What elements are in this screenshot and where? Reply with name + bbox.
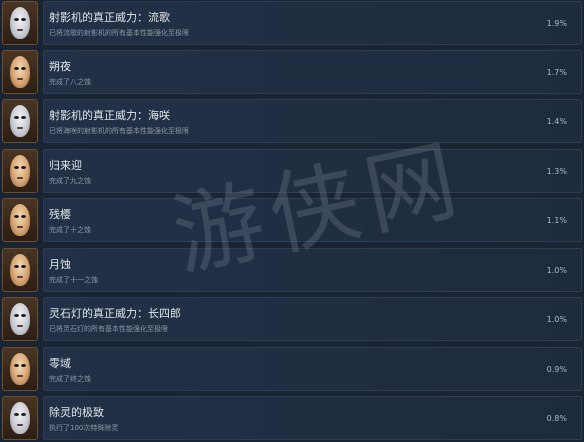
achievement-title: 射影机的真正威力：流歌 [49, 11, 170, 24]
achievement-panel: 零域 完成了终之蚀 0.9% [43, 347, 582, 391]
achievement-row[interactable]: 射影机的真正威力：海咲 已将海咲的射影机的所有基本性能强化至极限 1.4% [0, 98, 584, 144]
achievement-title: 残樱 [49, 208, 71, 221]
achievement-percentage: 0.9% [546, 365, 567, 374]
achievement-panel: 归来迎 完成了九之蚀 1.3% [43, 149, 582, 193]
achievement-description: 完成了十一之蚀 [49, 276, 98, 284]
achievement-percentage: 1.1% [546, 216, 567, 225]
achievement-row[interactable]: 归来迎 完成了九之蚀 1.3% [0, 148, 584, 194]
achievement-description: 已将海咲的射影机的所有基本性能强化至极限 [49, 127, 189, 135]
mask-icon [2, 297, 38, 341]
achievement-title: 灵石灯的真正威力：长四郎 [49, 307, 181, 320]
achievement-title: 归来迎 [49, 159, 82, 172]
achievement-row[interactable]: 灵石灯的真正威力：长四郎 已将灵石灯的所有基本性能强化至极限 1.0% [0, 296, 584, 342]
achievement-title: 月蚀 [49, 258, 71, 271]
achievement-description: 完成了八之蚀 [49, 78, 91, 86]
achievement-panel: 月蚀 完成了十一之蚀 1.0% [43, 248, 582, 292]
achievement-row[interactable]: 残樱 完成了十之蚀 1.1% [0, 197, 584, 243]
achievement-title: 射影机的真正威力：海咲 [49, 109, 170, 122]
achievement-panel: 除灵的极致 执行了100次特殊除灵 0.8% [43, 396, 582, 440]
achievement-percentage: 1.7% [546, 68, 567, 77]
achievement-panel: 射影机的真正威力：流歌 已将流歌的射影机的所有基本性能强化至极限 1.9% [43, 1, 582, 45]
mask-icon [2, 198, 38, 242]
achievement-title: 零域 [49, 357, 71, 370]
achievement-row[interactable]: 射影机的真正威力：流歌 已将流歌的射影机的所有基本性能强化至极限 1.9% [0, 0, 584, 46]
achievement-row[interactable]: 朔夜 完成了八之蚀 1.7% [0, 49, 584, 95]
mask-icon [2, 50, 38, 94]
achievement-percentage: 1.0% [546, 266, 567, 275]
achievement-description: 完成了十之蚀 [49, 226, 91, 234]
mask-icon [2, 99, 38, 143]
achievement-row[interactable]: 除灵的极致 执行了100次特殊除灵 0.8% [0, 395, 584, 441]
achievement-panel: 灵石灯的真正威力：长四郎 已将灵石灯的所有基本性能强化至极限 1.0% [43, 297, 582, 341]
achievement-percentage: 1.4% [546, 117, 567, 126]
mask-icon [2, 248, 38, 292]
achievement-description: 完成了九之蚀 [49, 177, 91, 185]
achievement-panel: 残樱 完成了十之蚀 1.1% [43, 198, 582, 242]
achievement-list: 射影机的真正威力：流歌 已将流歌的射影机的所有基本性能强化至极限 1.9% 朔夜… [0, 0, 584, 442]
achievement-percentage: 1.3% [546, 167, 567, 176]
achievement-percentage: 1.0% [546, 315, 567, 324]
achievement-panel: 射影机的真正威力：海咲 已将海咲的射影机的所有基本性能强化至极限 1.4% [43, 99, 582, 143]
achievement-row[interactable]: 月蚀 完成了十一之蚀 1.0% [0, 247, 584, 293]
mask-icon [2, 1, 38, 45]
mask-icon [2, 347, 38, 391]
achievement-percentage: 0.8% [546, 414, 567, 423]
achievement-title: 除灵的极致 [49, 406, 104, 419]
achievement-panel: 朔夜 完成了八之蚀 1.7% [43, 50, 582, 94]
achievement-description: 已将流歌的射影机的所有基本性能强化至极限 [49, 29, 189, 37]
achievement-description: 执行了100次特殊除灵 [49, 424, 119, 432]
achievement-row[interactable]: 零域 完成了终之蚀 0.9% [0, 346, 584, 392]
achievement-description: 已将灵石灯的所有基本性能强化至极限 [49, 325, 168, 333]
achievement-description: 完成了终之蚀 [49, 375, 91, 383]
achievement-percentage: 1.9% [546, 19, 567, 28]
achievement-title: 朔夜 [49, 60, 71, 73]
mask-icon [2, 149, 38, 193]
mask-icon [2, 396, 38, 440]
